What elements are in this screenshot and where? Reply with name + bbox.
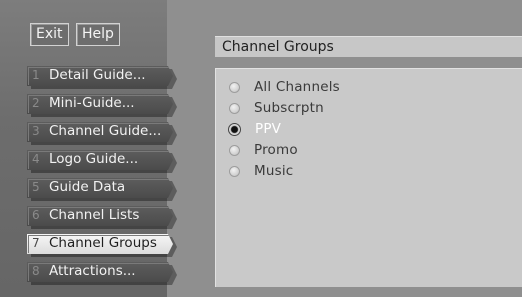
radio-option-music[interactable]: Music <box>229 161 293 181</box>
menu-item-number: 2 <box>32 96 40 110</box>
radio-option-label: PPV <box>255 121 282 137</box>
radio-option-label: Music <box>254 163 294 179</box>
menu-item-number: 5 <box>32 180 40 194</box>
menu-item-label: Detail Guide... <box>49 67 146 83</box>
menu-item-label: Guide Data <box>49 179 126 195</box>
menu-item-label: Channel Lists <box>49 207 140 223</box>
radio-option-label: All Channels <box>254 79 340 95</box>
menu-item-label: Logo Guide... <box>49 151 139 167</box>
menu-item-mini-guide[interactable]: 2 Mini-Guide... <box>27 94 177 117</box>
menu-item-number: 7 <box>32 236 40 250</box>
radio-button-icon[interactable] <box>229 165 240 177</box>
menu-item-label: Mini-Guide... <box>49 95 135 111</box>
radio-button-selected-icon[interactable] <box>228 122 241 136</box>
menu-item-guide-data[interactable]: 5 Guide Data <box>27 178 177 201</box>
menu-item-number: 8 <box>32 264 40 278</box>
channel-group-list: All Channels Subscrptn PPV Promo Music <box>215 68 522 287</box>
menu-item-number: 3 <box>32 124 40 138</box>
menu-item-number: 1 <box>32 68 40 82</box>
exit-button[interactable]: Exit <box>30 23 69 46</box>
radio-option-ppv[interactable]: PPV <box>228 119 282 139</box>
radio-option-label: Subscrptn <box>254 100 324 116</box>
menu-item-label: Channel Guide... <box>49 123 162 139</box>
help-button[interactable]: Help <box>76 23 120 46</box>
menu-item-channel-guide[interactable]: 3 Channel Guide... <box>27 122 177 145</box>
menu-item-channel-groups[interactable]: 7 Channel Groups <box>27 234 177 257</box>
radio-option-promo[interactable]: Promo <box>229 140 298 160</box>
menu-item-number: 4 <box>32 152 40 166</box>
radio-button-icon[interactable] <box>229 144 240 156</box>
radio-button-icon[interactable] <box>229 102 240 114</box>
guide-menu: 1 Detail Guide... 2 Mini-Guide... 3 Chan… <box>27 66 177 290</box>
menu-item-attractions[interactable]: 8 Attractions... <box>27 262 177 285</box>
radio-option-subscrptn[interactable]: Subscrptn <box>229 98 324 118</box>
panel-title: Channel Groups <box>215 36 522 57</box>
menu-item-detail-guide[interactable]: 1 Detail Guide... <box>27 66 177 89</box>
menu-item-channel-lists[interactable]: 6 Channel Lists <box>27 206 177 229</box>
left-column: Exit Help 1 Detail Guide... 2 Mini-Guide… <box>0 0 177 297</box>
screen: Exit Help 1 Detail Guide... 2 Mini-Guide… <box>0 0 522 297</box>
menu-item-label: Channel Groups <box>49 235 157 251</box>
radio-button-icon[interactable] <box>229 81 240 93</box>
menu-item-logo-guide[interactable]: 4 Logo Guide... <box>27 150 177 173</box>
menu-item-label: Attractions... <box>49 263 136 279</box>
radio-option-all-channels[interactable]: All Channels <box>229 77 340 97</box>
radio-option-label: Promo <box>254 142 298 158</box>
menu-item-number: 6 <box>32 208 40 222</box>
